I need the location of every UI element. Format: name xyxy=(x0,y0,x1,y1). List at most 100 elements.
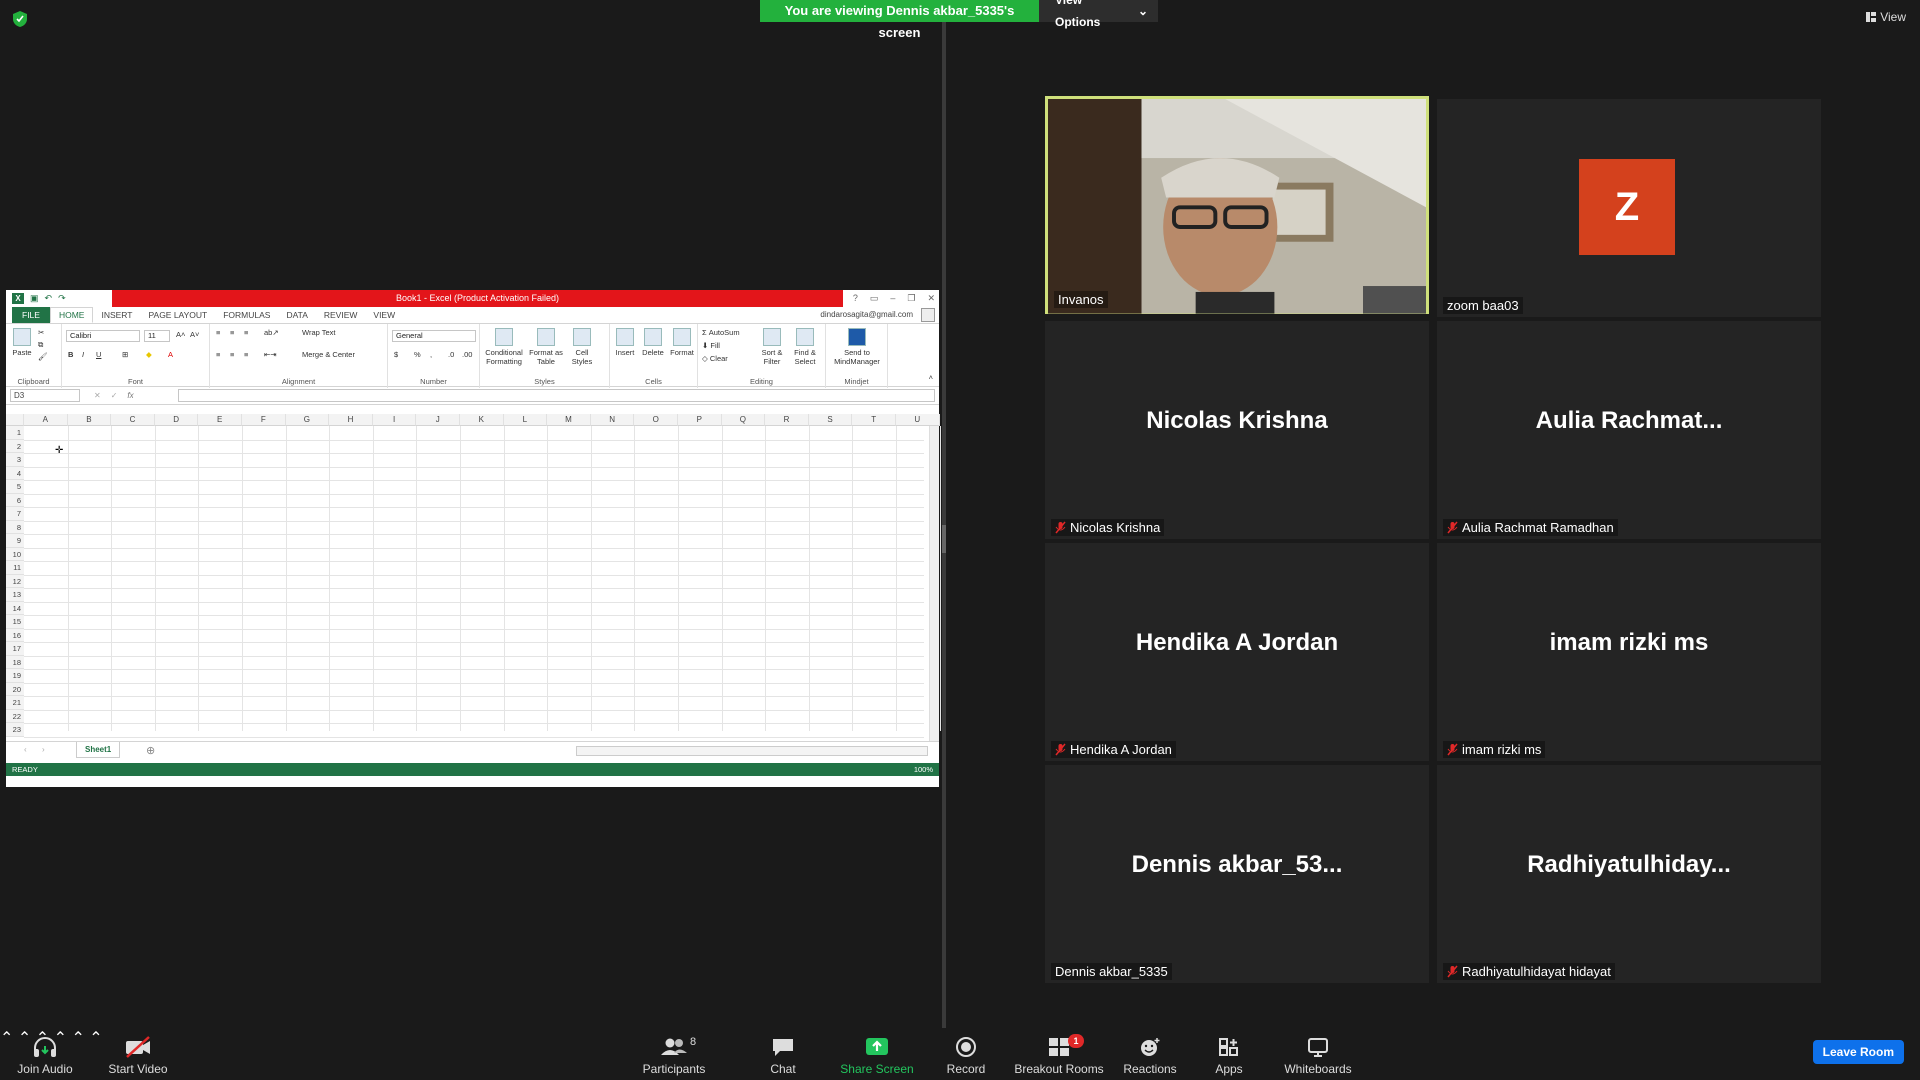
column-header[interactable]: R xyxy=(765,414,809,426)
conditional-formatting-button[interactable]: Conditional Formatting xyxy=(482,328,526,366)
tab-data[interactable]: DATA xyxy=(278,307,315,323)
align-left-icon[interactable]: ≡ xyxy=(216,350,220,359)
column-header[interactable]: M xyxy=(547,414,591,426)
next-sheet-icon[interactable]: › xyxy=(42,745,45,754)
help-icon[interactable]: ? xyxy=(853,290,858,307)
column-header[interactable]: L xyxy=(503,414,548,426)
close-icon[interactable]: ✕ xyxy=(927,290,935,307)
font-size-select[interactable]: 11 xyxy=(144,330,170,342)
add-sheet-icon[interactable]: ⊕ xyxy=(146,744,155,757)
excel-user-account[interactable]: dindarosagita@gmail.com xyxy=(820,307,913,323)
row-header[interactable]: 14 xyxy=(6,601,24,615)
video-tile-radhiyatulhidayat[interactable]: Radhiyatulhiday... Radhiyatulhidayat hid… xyxy=(1437,765,1821,983)
security-shield-icon[interactable] xyxy=(12,10,28,28)
reactions-button[interactable]: Reactions xyxy=(1120,1028,1180,1080)
bold-icon[interactable]: B xyxy=(68,350,73,359)
row-header[interactable]: 1 xyxy=(6,426,24,440)
video-tile-hendika-a-jordan[interactable]: Hendika A Jordan Hendika A Jordan xyxy=(1045,543,1429,761)
vertical-scrollbar[interactable] xyxy=(929,414,939,741)
decrease-decimal-icon[interactable]: .00 xyxy=(462,350,472,359)
column-header[interactable]: E xyxy=(198,414,242,426)
column-header[interactable]: T xyxy=(852,414,896,426)
cancel-formula-icon[interactable]: ✕ xyxy=(94,391,101,400)
row-header[interactable]: 20 xyxy=(6,682,24,696)
user-avatar[interactable] xyxy=(921,308,935,322)
row-header[interactable]: 19 xyxy=(6,669,24,683)
format-as-table-button[interactable]: Format as Table xyxy=(528,328,564,366)
collapse-ribbon-icon[interactable]: ˄ xyxy=(929,373,933,382)
underline-icon[interactable]: U xyxy=(96,350,101,359)
column-header[interactable]: Q xyxy=(721,414,766,426)
column-header[interactable]: D xyxy=(154,414,199,426)
redo-icon[interactable]: ↷ xyxy=(58,293,66,304)
tab-page-layout[interactable]: PAGE LAYOUT xyxy=(140,307,215,323)
row-header[interactable]: 7 xyxy=(6,507,24,521)
column-header[interactable]: N xyxy=(590,414,635,426)
tab-review[interactable]: REVIEW xyxy=(316,307,366,323)
tab-formulas[interactable]: FORMULAS xyxy=(215,307,278,323)
row-header[interactable]: 3 xyxy=(6,453,24,467)
font-color-icon[interactable]: A xyxy=(168,350,173,359)
column-header[interactable]: U xyxy=(896,414,940,426)
record-button[interactable]: Record xyxy=(940,1028,992,1080)
row-header[interactable]: 18 xyxy=(6,655,24,669)
breakout-rooms-button[interactable]: Breakout Rooms xyxy=(1012,1028,1106,1080)
column-header[interactable]: H xyxy=(329,414,373,426)
row-header[interactable]: 21 xyxy=(6,696,24,710)
column-header[interactable]: C xyxy=(111,414,155,426)
tab-insert[interactable]: INSERT xyxy=(93,307,140,323)
save-icon[interactable]: ▣ xyxy=(30,293,39,304)
column-header[interactable]: P xyxy=(678,414,722,426)
view-button[interactable]: View xyxy=(1866,10,1906,24)
row-header[interactable]: 5 xyxy=(6,480,24,494)
autosum-button[interactable]: Σ AutoSum xyxy=(702,328,740,337)
video-tile-zoom-baa03[interactable]: Z zoom baa03 xyxy=(1437,99,1821,317)
comma-icon[interactable]: , xyxy=(430,350,432,359)
whiteboard-options-caret-icon[interactable]: ⌃ xyxy=(89,1030,102,1047)
column-header[interactable]: J xyxy=(416,414,460,426)
chat-button[interactable]: Chat xyxy=(760,1028,806,1080)
clear-button[interactable]: ◇ Clear xyxy=(702,354,728,363)
row-header[interactable]: 17 xyxy=(6,642,24,656)
currency-icon[interactable]: $ xyxy=(394,350,398,359)
orientation-icon[interactable]: ab↗ xyxy=(264,328,279,337)
formula-input[interactable] xyxy=(178,389,935,402)
row-header[interactable]: 13 xyxy=(6,588,24,602)
column-header[interactable]: O xyxy=(634,414,678,426)
restore-icon[interactable]: ❐ xyxy=(907,290,915,307)
column-header[interactable]: A xyxy=(24,414,68,426)
copy-icon[interactable]: ⧉ xyxy=(38,340,43,350)
zoom-level[interactable]: 100% xyxy=(914,763,933,776)
whiteboards-button[interactable]: Whiteboards xyxy=(1282,1028,1354,1080)
align-top-icon[interactable]: ≡ xyxy=(216,328,220,337)
row-header[interactable]: 11 xyxy=(6,561,24,575)
cell-styles-button[interactable]: Cell Styles xyxy=(566,328,598,366)
align-center-icon[interactable]: ≡ xyxy=(230,350,234,359)
tab-home[interactable]: HOME xyxy=(49,307,94,323)
select-all-corner[interactable] xyxy=(6,414,24,426)
column-header[interactable]: S xyxy=(808,414,853,426)
row-header[interactable]: 23 xyxy=(6,723,24,737)
format-cells-button[interactable]: Format xyxy=(668,328,696,357)
align-bottom-icon[interactable]: ≡ xyxy=(244,328,248,337)
column-header[interactable]: I xyxy=(372,414,417,426)
video-tile-dennis-akbar[interactable]: Dennis akbar_53... Dennis akbar_5335 xyxy=(1045,765,1429,983)
split-divider-handle[interactable] xyxy=(942,525,946,553)
row-header[interactable]: 9 xyxy=(6,534,24,548)
video-tile-aulia-rachmat[interactable]: Aulia Rachmat... Aulia Rachmat Ramadhan xyxy=(1437,321,1821,539)
wrap-text-button[interactable]: Wrap Text xyxy=(302,328,336,337)
apps-button[interactable]: Apps xyxy=(1208,1028,1250,1080)
row-header[interactable]: 15 xyxy=(6,615,24,629)
delete-cells-button[interactable]: Delete xyxy=(640,328,666,357)
percent-icon[interactable]: % xyxy=(414,350,421,359)
insert-function-icon[interactable]: fx xyxy=(127,391,133,400)
name-box[interactable]: D3 xyxy=(10,389,80,402)
video-tile-nicolas-krishna[interactable]: Nicolas Krishna Nicolas Krishna xyxy=(1045,321,1429,539)
font-name-select[interactable]: Calibri xyxy=(66,330,140,342)
row-header[interactable]: 16 xyxy=(6,628,24,642)
horizontal-scrollbar[interactable] xyxy=(576,746,928,756)
number-format-select[interactable]: General xyxy=(392,330,476,342)
participants-button[interactable]: Participants xyxy=(640,1028,708,1080)
align-middle-icon[interactable]: ≡ xyxy=(230,328,234,337)
borders-icon[interactable]: ⊞ xyxy=(122,350,128,359)
